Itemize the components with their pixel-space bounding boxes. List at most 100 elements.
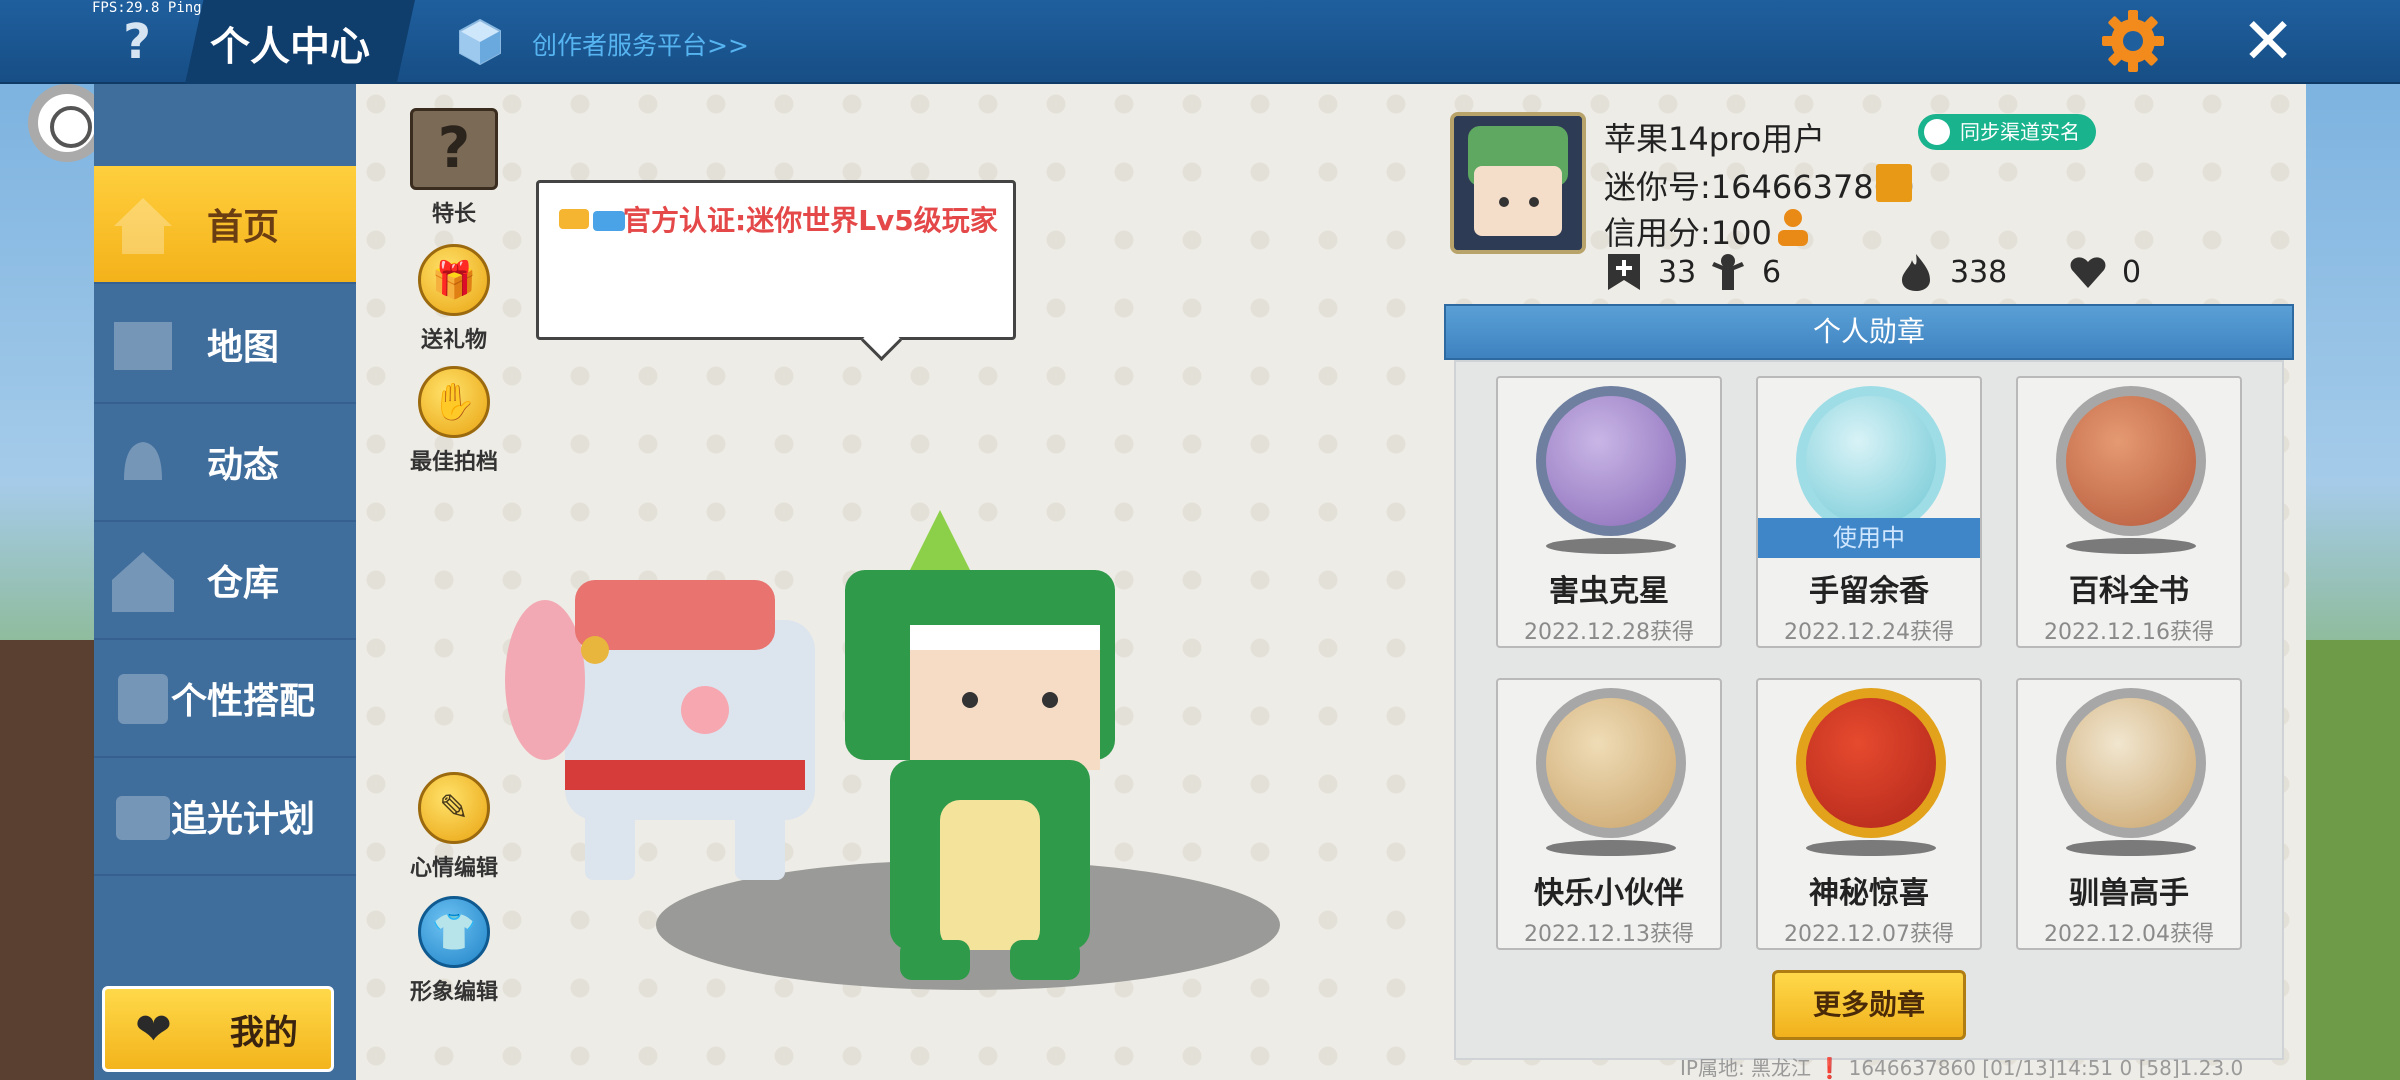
medal-card[interactable]: 百科全书 2022.12.16获得 bbox=[2016, 376, 2242, 648]
medal-name: 快乐小伙伴 bbox=[1534, 876, 1684, 911]
medal-encyclopedia-icon bbox=[2056, 386, 2206, 536]
certification-text: 官方认证:迷你世界Lv5级玩家 bbox=[623, 204, 998, 237]
bell-icon bbox=[124, 442, 162, 480]
nav-item-label: 仓库 bbox=[206, 563, 279, 604]
specialty-button[interactable]: ? 特长 bbox=[399, 108, 509, 228]
medal-date: 2022.12.16获得 bbox=[2044, 620, 2214, 645]
elephant-mount bbox=[505, 580, 815, 880]
medal-name: 百科全书 bbox=[2069, 574, 2189, 609]
nav-item-feed[interactable]: 动态 bbox=[94, 404, 356, 522]
creator-platform-link[interactable]: 创作者服务平台>> bbox=[532, 26, 749, 62]
stat-bookmarks[interactable]: 33 bbox=[1604, 252, 1696, 292]
in-use-badge: 使用中 bbox=[1758, 518, 1980, 558]
house-icon bbox=[112, 552, 174, 612]
dino-avatar-icon bbox=[1454, 116, 1582, 250]
medal-stand bbox=[2066, 840, 2196, 856]
nav-item-home[interactable]: 首页 bbox=[94, 166, 356, 284]
medal-stand bbox=[1546, 538, 1676, 554]
medal-name: 害虫克星 bbox=[1549, 574, 1669, 609]
top-bar: FPS:29.8 Ping:0 ? 个人中心 创作者服务平台>> ✕ bbox=[0, 0, 2400, 84]
nav-item-warehouse[interactable]: 仓库 bbox=[94, 522, 356, 640]
help-icon[interactable]: ? bbox=[118, 14, 156, 70]
nav-item-label: 地图 bbox=[206, 327, 279, 368]
medal-date: 2022.12.24获得 bbox=[1784, 620, 1954, 645]
close-icon[interactable]: ✕ bbox=[2232, 6, 2304, 78]
avatar-edit-button[interactable]: 👕 形象编辑 bbox=[399, 896, 509, 1006]
nav-item-label: 动态 bbox=[206, 445, 279, 486]
nav-item-chase-light[interactable]: 追光计划 bbox=[94, 758, 356, 876]
medal-happy-partner-icon bbox=[1536, 688, 1686, 838]
speech-bubble: 官方认证:迷你世界Lv5级玩家 bbox=[536, 180, 1016, 340]
mine-label: 我的 bbox=[229, 1012, 298, 1053]
medal-stand bbox=[2066, 538, 2196, 554]
medal-name: 神秘惊喜 bbox=[1809, 876, 1929, 911]
avatar[interactable] bbox=[1450, 112, 1586, 254]
dino-avatar bbox=[845, 510, 1115, 980]
stat-fans[interactable]: 6 bbox=[1708, 252, 1781, 292]
nav-item-label: 首页 bbox=[206, 207, 279, 248]
stat-likes[interactable]: 0 bbox=[2068, 252, 2141, 292]
gift-icon: 🎁 bbox=[418, 244, 490, 316]
background-block-left bbox=[0, 640, 95, 1080]
credit-score: 信用分:100 bbox=[1604, 214, 1772, 252]
background-block-right bbox=[2305, 640, 2400, 1080]
realname-badge[interactable]: 同步渠道实名 bbox=[1918, 114, 2096, 150]
person-icon[interactable] bbox=[1772, 206, 1814, 248]
gift-button[interactable]: 🎁 送礼物 bbox=[399, 244, 509, 354]
cloak-icon: 👕 bbox=[418, 896, 490, 968]
medal-name: 手留余香 bbox=[1809, 574, 1929, 609]
home-icon bbox=[114, 198, 172, 254]
partner-button[interactable]: ✋ 最佳拍档 bbox=[399, 366, 509, 476]
specialty-label: 特长 bbox=[431, 202, 476, 227]
medal-name: 驯兽高手 bbox=[2069, 876, 2189, 911]
medal-fragrance-icon bbox=[1796, 386, 1946, 536]
medal-date: 2022.12.13获得 bbox=[1524, 922, 1694, 947]
medal-date: 2022.12.04获得 bbox=[2044, 922, 2214, 947]
medal-card[interactable]: 害虫克星 2022.12.28获得 bbox=[1496, 376, 1722, 648]
mood-edit-button[interactable]: ✎ 心情编辑 bbox=[399, 772, 509, 882]
medal-card[interactable]: 快乐小伙伴 2022.12.13获得 bbox=[1496, 678, 1722, 950]
nav-item-label: 个性搭配 bbox=[170, 681, 315, 722]
avatar-edit-label: 形象编辑 bbox=[409, 980, 498, 1005]
partner-label: 最佳拍档 bbox=[409, 450, 498, 475]
more-medals-button[interactable]: 更多勋章 bbox=[1772, 970, 1966, 1040]
stat-value: 338 bbox=[1950, 254, 2008, 290]
medal-card[interactable]: 使用中 手留余香 2022.12.24获得 bbox=[1756, 376, 1982, 648]
mine-button[interactable]: ❤ 我的 bbox=[102, 986, 334, 1072]
gear-icon[interactable] bbox=[2100, 8, 2166, 74]
stat-popularity[interactable]: 338 bbox=[1896, 252, 2007, 292]
medal-mystery-gift-icon bbox=[1796, 688, 1946, 838]
stat-value: 33 bbox=[1658, 254, 1697, 290]
flame-icon bbox=[1902, 254, 1930, 291]
stat-value: 0 bbox=[2122, 254, 2142, 290]
medal-stand bbox=[1546, 840, 1676, 856]
page-title: 个人中心 bbox=[210, 24, 370, 70]
medal-card[interactable]: 神秘惊喜 2022.12.07获得 bbox=[1756, 678, 1982, 950]
edit-icon: ✎ bbox=[418, 772, 490, 844]
nav-item-label: 追光计划 bbox=[170, 799, 315, 840]
question-icon: ? bbox=[410, 108, 498, 190]
medal-header: 个人勋章 bbox=[1444, 304, 2294, 360]
medal-pest-buster-icon bbox=[1536, 386, 1686, 536]
medal-stand bbox=[1806, 840, 1936, 856]
handshake-icon: ✋ bbox=[418, 366, 490, 438]
medal-date: 2022.12.28获得 bbox=[1524, 620, 1694, 645]
person-icon bbox=[1712, 254, 1744, 290]
username: 苹果14pro用户 bbox=[1604, 120, 1826, 158]
medal-card[interactable]: 驯兽高手 2022.12.04获得 bbox=[2016, 678, 2242, 950]
map-icon bbox=[114, 322, 172, 370]
footer-info: IP属地: 黑龙江 ❗ 1646637860 [01/13]14:51 0 [5… bbox=[1680, 1056, 2244, 1080]
stat-value: 6 bbox=[1762, 254, 1782, 290]
mini-id: 迷你号:1646637860 bbox=[1604, 168, 1915, 206]
mood-edit-label: 心情编辑 bbox=[409, 856, 498, 881]
gift-label: 送礼物 bbox=[420, 328, 487, 353]
heart-icon bbox=[2070, 257, 2106, 288]
nav-item-outfit[interactable]: 个性搭配 bbox=[94, 640, 356, 758]
bookmark-plus-icon bbox=[1608, 254, 1640, 290]
heart-icon: ❤ bbox=[135, 1003, 172, 1055]
nav-item-map[interactable]: 地图 bbox=[94, 286, 356, 404]
medal-date: 2022.12.07获得 bbox=[1784, 922, 1954, 947]
cube-icon bbox=[459, 18, 501, 66]
medal-beast-tamer-icon bbox=[2056, 688, 2206, 838]
copy-icon[interactable] bbox=[1876, 164, 1912, 202]
